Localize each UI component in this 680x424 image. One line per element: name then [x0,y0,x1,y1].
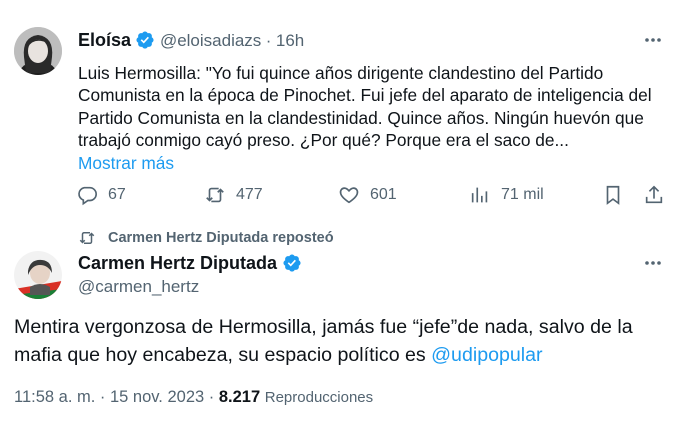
text-line: mafia que hoy encabeza, su espacio polít… [14,343,432,366]
share-icon [645,185,663,204]
eloisa-avatar[interactable] [14,27,62,75]
main-tweet-header: Carmen Hertz Diputada [78,253,302,274]
text-line: Luis Hermosilla: "Yo fui quince años dir… [78,63,604,83]
text-line: Mentira vergonzosa de Hermosilla, jamás … [14,316,633,338]
show-more-link[interactable]: Mostrar más [78,152,652,174]
reply-button[interactable]: 67 [76,184,126,206]
original-more-icon[interactable] [643,30,663,56]
reply-count: 67 [108,186,126,203]
udipopular-mention[interactable]: @udipopular [431,344,542,366]
views-icon [471,187,488,203]
text-line: Comunista en la época de Pinochet. Fui j… [78,85,652,106]
eloisa-name[interactable]: Eloísa [78,30,131,50]
tweet-meta: 11:58 a. m. · 15 nov. 2023 · 8.217 Repro… [14,388,373,407]
verified-icon [282,254,301,272]
original-tweet-text: Luis Hermosilla: "Yo fui quince años dir… [78,62,652,174]
repost-banner: Carmen Hertz Diputada reposteó [78,229,334,247]
main-more-icon[interactable] [643,253,663,279]
text-line: Partido Comunista en la clandestinidad. … [78,107,644,128]
carmen-avatar[interactable] [14,251,62,299]
views-count: 8.217 [218,388,261,406]
main-tweet-text: Mentira vergonzosa de Hermosilla, jamás … [14,314,633,369]
text-line: trabajó conmigo cayó preso. ¿Por qué? Po… [78,130,569,151]
tweet-time[interactable]: 16h [276,31,304,50]
repost-banner-text[interactable]: Carmen Hertz Diputada reposteó [108,230,334,246]
like-icon [339,187,359,204]
eloisa-handle[interactable]: @eloisadiazs [160,31,261,50]
repost-count: 477 [236,186,263,203]
timestamp[interactable]: 11:58 a. m. · 15 nov. 2023 · [14,388,214,406]
repost-icon [206,187,224,203]
like-button[interactable]: 601 [338,184,397,206]
header-separator: · [265,31,272,50]
share-button[interactable] [643,184,665,211]
reply-icon [78,186,97,206]
carmen-name[interactable]: Carmen Hertz Diputada [78,253,277,273]
bookmark-icon [606,185,620,205]
views-count: 71 mil [501,186,544,203]
repost-icon [79,232,95,244]
verified-icon [136,31,155,49]
views-label: Reproducciones [264,389,374,406]
bookmark-button[interactable] [602,184,624,211]
carmen-handle[interactable]: @carmen_hertz [78,277,199,297]
original-tweet-header: Eloísa @eloisadiazs · 16h [78,30,304,51]
repost-button[interactable]: 477 [204,184,263,206]
like-count: 601 [370,186,397,203]
views-button[interactable]: 71 mil [469,184,544,206]
